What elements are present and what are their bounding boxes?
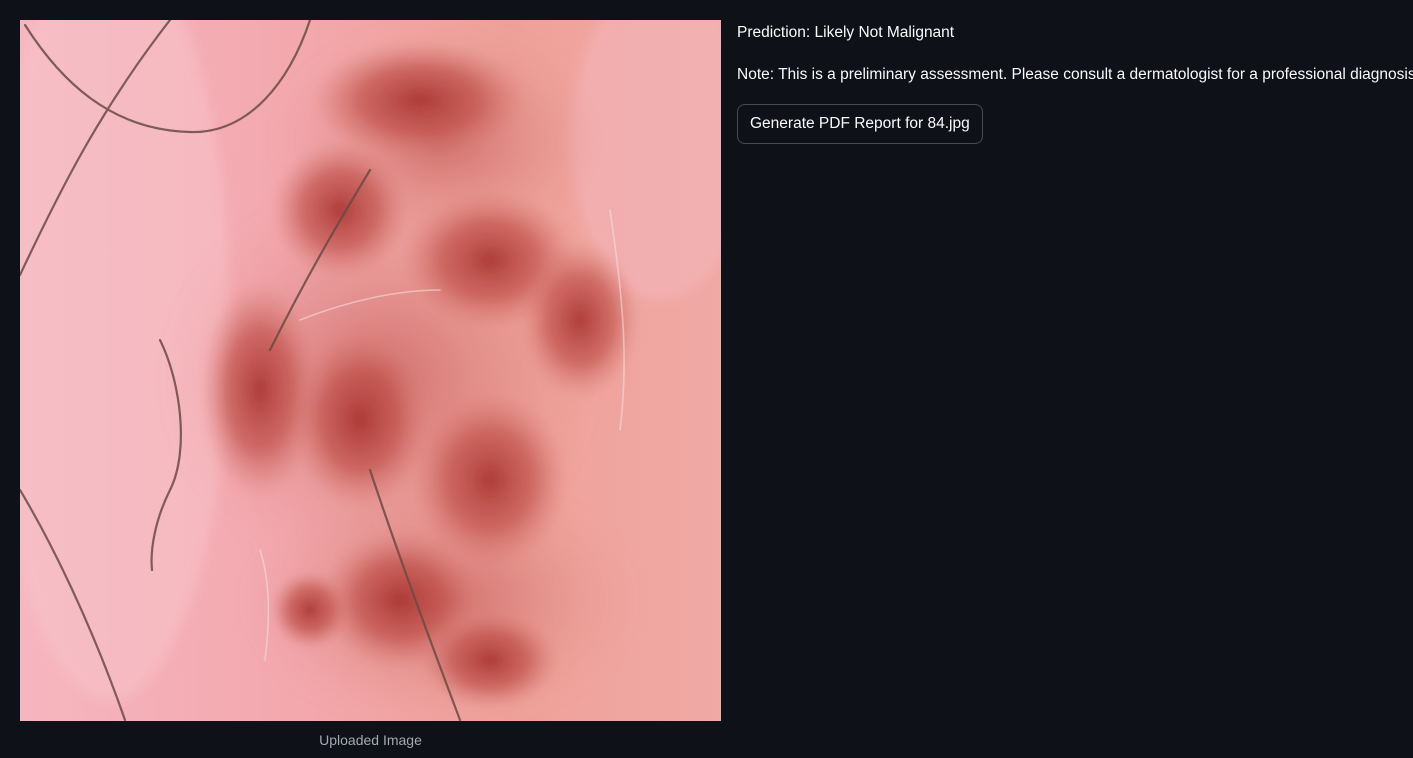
- result-panel: Prediction: Likely Not Malignant Note: T…: [737, 22, 1413, 144]
- uploaded-image-container: Uploaded Image: [20, 20, 721, 749]
- image-caption: Uploaded Image: [319, 732, 422, 748]
- uploaded-image: [20, 20, 721, 721]
- prediction-text: Prediction: Likely Not Malignant: [737, 24, 955, 41]
- generate-pdf-report-button[interactable]: Generate PDF Report for 84.jpg: [737, 104, 983, 144]
- dermoscopy-image: [20, 20, 721, 721]
- disclaimer-note: Note: This is a preliminary assessment. …: [737, 66, 1413, 83]
